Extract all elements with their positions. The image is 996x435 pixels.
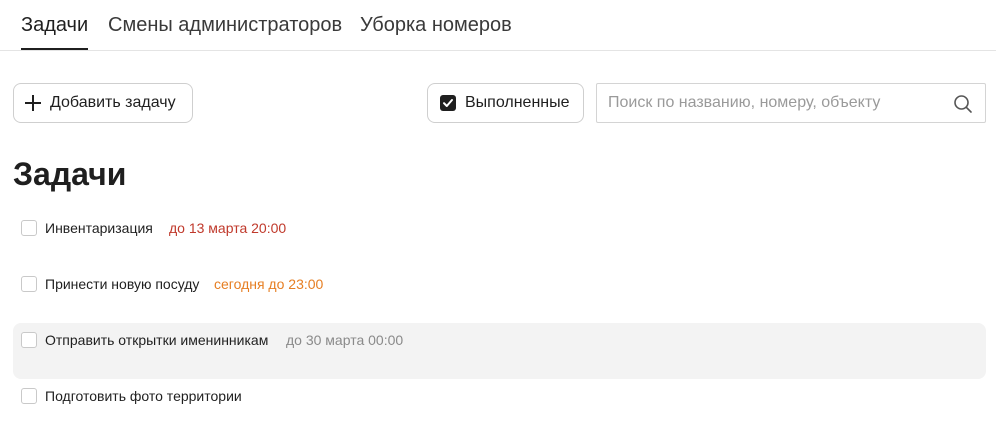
- task-due: до 30 марта 00:00: [286, 332, 404, 348]
- task-checkbox[interactable]: [21, 332, 37, 348]
- tab-tasks[interactable]: Задачи: [21, 14, 88, 37]
- task-checkbox[interactable]: [21, 388, 37, 404]
- task-checkbox[interactable]: [21, 220, 37, 236]
- tab-bar: Задачи Смены администраторов Уборка номе…: [0, 0, 996, 51]
- task-row: Принести новую посуду сегодня до 23:00: [13, 267, 986, 323]
- search-box: [596, 83, 986, 123]
- task-checkbox[interactable]: [21, 276, 37, 292]
- tab-admin-shifts[interactable]: Смены администраторов: [108, 14, 342, 37]
- task-due: до 13 марта 20:00: [169, 220, 287, 236]
- completed-filter-label: Выполненные: [465, 94, 570, 111]
- task-name[interactable]: Инвентаризация: [45, 220, 153, 236]
- task-row: Инвентаризация до 13 марта 20:00: [13, 211, 986, 267]
- plus-icon: [25, 95, 41, 111]
- task-name[interactable]: Подготовить фото территории: [45, 388, 242, 404]
- checkbox-checked-icon: [440, 95, 456, 111]
- add-task-button[interactable]: Добавить задачу: [13, 83, 193, 123]
- completed-filter-toggle[interactable]: Выполненные: [427, 83, 584, 123]
- active-tab-indicator: [21, 48, 88, 50]
- task-row-hovered: Отправить открытки именинникам до 30 мар…: [13, 323, 986, 379]
- search-icon[interactable]: [953, 94, 973, 114]
- tab-room-cleaning[interactable]: Уборка номеров: [360, 14, 512, 37]
- task-due: сегодня до 23:00: [214, 276, 324, 292]
- task-name[interactable]: Принести новую посуду: [45, 276, 199, 292]
- task-name[interactable]: Отправить открытки именинникам: [45, 332, 268, 348]
- search-input[interactable]: [597, 84, 947, 122]
- add-task-label: Добавить задачу: [50, 94, 176, 111]
- task-row: Подготовить фото территории: [13, 379, 986, 435]
- page-title: Задачи: [13, 156, 127, 192]
